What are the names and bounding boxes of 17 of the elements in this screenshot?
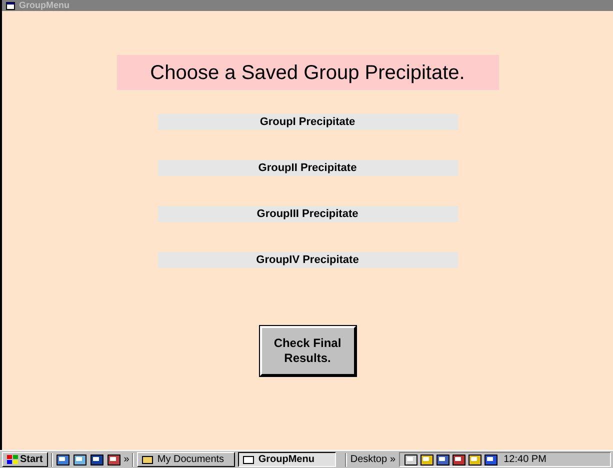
group-button[interactable]: GroupIV Precipitate bbox=[158, 252, 458, 268]
task-button[interactable]: GroupMenu bbox=[238, 452, 336, 467]
heading: Choose a Saved Group Precipitate. bbox=[116, 55, 498, 90]
group-button[interactable]: GroupIII Precipitate bbox=[158, 206, 458, 222]
check-results-button[interactable]: Check Final Results. bbox=[260, 326, 356, 376]
start-button[interactable]: Start bbox=[2, 452, 48, 467]
flag-icon bbox=[7, 454, 18, 464]
more-chevron[interactable]: » bbox=[124, 452, 130, 467]
more-chevron[interactable]: » bbox=[390, 452, 396, 467]
task-button[interactable]: My Documents bbox=[137, 452, 236, 467]
window-icon bbox=[243, 455, 254, 464]
desktop-label[interactable]: Desktop bbox=[350, 452, 388, 467]
window-title: GroupMenu bbox=[19, 1, 70, 10]
folder-icon bbox=[142, 455, 154, 464]
group-button[interactable]: GroupI Precipitate bbox=[158, 114, 458, 130]
clock: 12:40 PM bbox=[504, 453, 546, 467]
group-button[interactable]: GroupII Precipitate bbox=[158, 160, 458, 176]
